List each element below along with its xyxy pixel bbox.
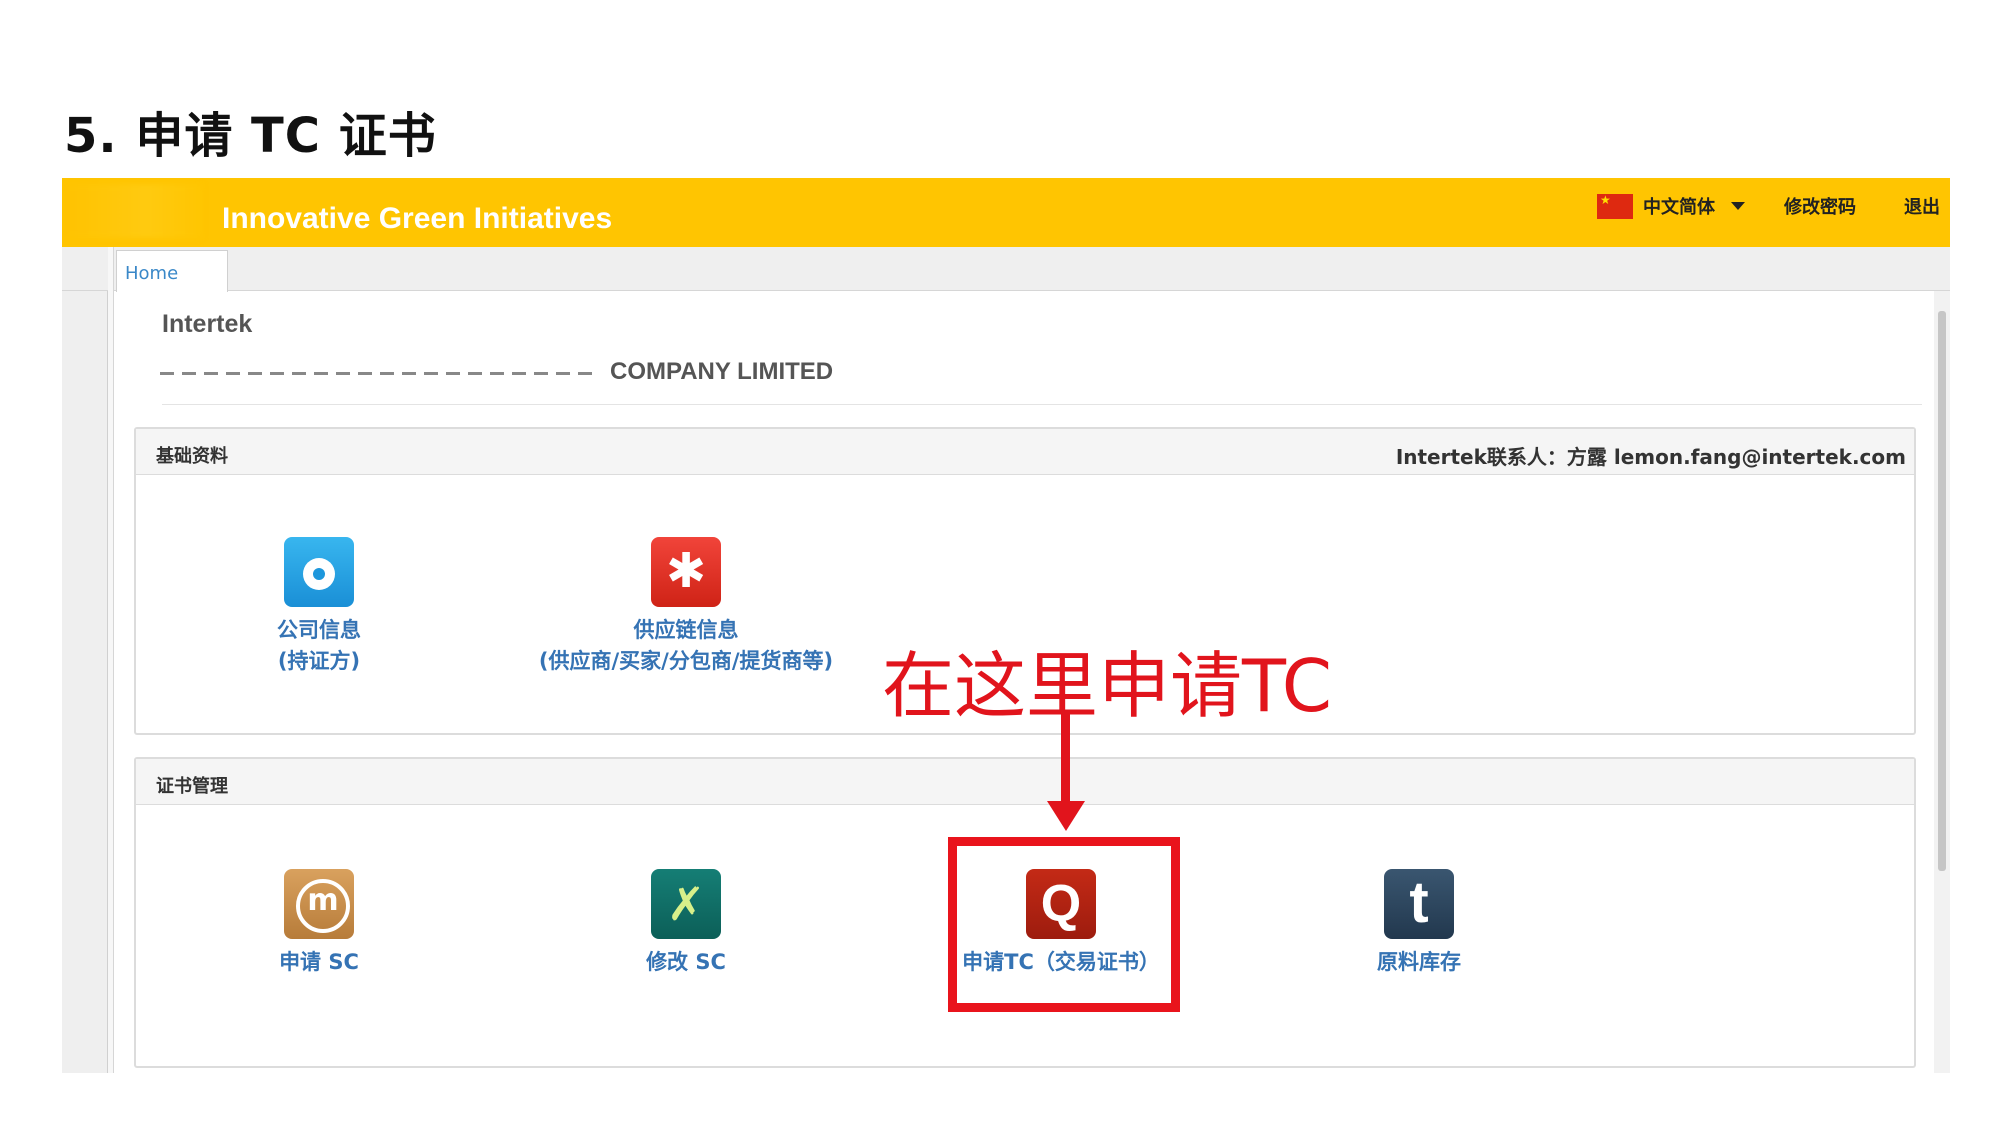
contact-info: Intertek联系人：方露 lemon.fang@intertek.com bbox=[1395, 445, 1906, 469]
language-label: 中文简体 bbox=[1643, 197, 1715, 218]
logo bbox=[62, 184, 202, 238]
inventory-icon bbox=[1384, 869, 1454, 939]
tile-apply-sc[interactable]: 申请 SC bbox=[159, 869, 479, 978]
logout-link[interactable]: 退出 bbox=[1904, 193, 1940, 219]
panel-header: 基础资料 Intertek联系人：方露 lemon.fang@intertek.… bbox=[136, 429, 1914, 475]
supply-chain-icon bbox=[651, 537, 721, 607]
panel-header: 证书管理 bbox=[136, 759, 1914, 805]
panel-title: 证书管理 bbox=[156, 776, 228, 797]
annotation-highlight-box bbox=[948, 837, 1180, 1012]
side-gutter-divider bbox=[108, 247, 114, 1073]
brand-name: Innovative Green Initiatives bbox=[222, 202, 613, 235]
tile-label: 公司信息 bbox=[277, 618, 361, 642]
edit-sc-icon bbox=[651, 869, 721, 939]
tile-label: 申请 SC bbox=[279, 950, 359, 974]
panel-title: 基础资料 bbox=[156, 446, 228, 467]
member-name-suffix: COMPANY LIMITED bbox=[610, 358, 834, 385]
annotation-arrow-head bbox=[1047, 801, 1085, 831]
annotation-callout: 在这里申请TC bbox=[882, 644, 1333, 728]
tile-supply-chain[interactable]: 供应链信息 (供应商/买家/分包商/提货商等) bbox=[526, 537, 846, 677]
change-password-link[interactable]: 修改密码 bbox=[1784, 193, 1856, 219]
top-bar: Innovative Green Initiatives 中文简体 修改密码 退… bbox=[62, 178, 1950, 247]
company-info-icon bbox=[284, 537, 354, 607]
company-name: Intertek bbox=[162, 310, 253, 338]
tile-sublabel: (持证方) bbox=[277, 649, 361, 673]
tile-label: 修改 SC bbox=[646, 950, 726, 974]
member-name: COMPANY LIMITED bbox=[162, 358, 833, 386]
tab-strip bbox=[62, 247, 1950, 291]
tile-company-info[interactable]: 公司信息 (持证方) bbox=[159, 537, 479, 677]
tile-label: 供应链信息 bbox=[633, 618, 739, 642]
china-flag-icon bbox=[1597, 193, 1633, 219]
header-divider bbox=[162, 404, 1922, 405]
annotation-arrow bbox=[1061, 710, 1070, 805]
language-selector[interactable]: 中文简体 bbox=[1597, 192, 1745, 220]
tab-home[interactable]: Home bbox=[116, 250, 228, 292]
slide-title: 5. 申请 TC 证书 bbox=[64, 108, 437, 164]
tile-label: 原料库存 bbox=[1377, 950, 1461, 974]
caret-down-icon bbox=[1731, 202, 1745, 210]
vertical-scrollbar[interactable] bbox=[1934, 291, 1950, 1073]
tile-edit-sc[interactable]: 修改 SC bbox=[526, 869, 846, 978]
side-gutter bbox=[62, 291, 108, 1073]
tile-sublabel: (供应商/买家/分包商/提货商等) bbox=[538, 649, 834, 673]
apply-sc-icon bbox=[284, 869, 354, 939]
tile-inventory[interactable]: 原料库存 bbox=[1259, 869, 1579, 978]
scroll-thumb[interactable] bbox=[1938, 311, 1946, 871]
